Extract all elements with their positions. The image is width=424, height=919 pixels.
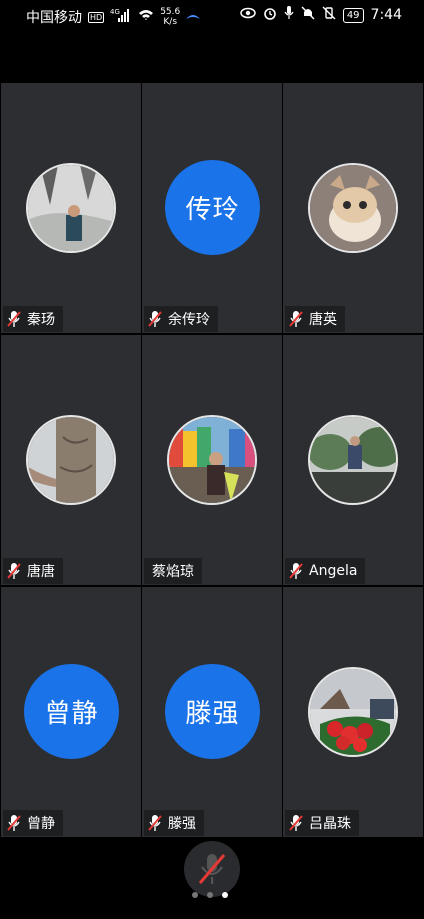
participant-tile[interactable]: 唐唐 — [1, 335, 141, 585]
participant-namebar: 秦玚 — [3, 306, 63, 332]
mute-notifications-icon — [301, 6, 315, 24]
participant-namebar: 余传玲 — [144, 306, 218, 332]
participant-name: 唐唐 — [27, 564, 55, 580]
participant-tile[interactable]: 蔡焰琼 — [142, 335, 282, 585]
participant-name: 唐英 — [309, 312, 337, 328]
participant-name: 蔡焰琼 — [152, 564, 194, 580]
alarm-icon — [263, 6, 277, 24]
network-speed: 55.6 K/s — [160, 7, 180, 27]
page-dot[interactable] — [207, 892, 213, 898]
mic-muted-icon — [7, 310, 21, 328]
participant-avatar: 传玲 — [165, 160, 260, 255]
participant-tile[interactable]: Angela — [283, 335, 423, 585]
participant-name: Angela — [309, 563, 358, 579]
mic-muted-icon — [148, 814, 162, 832]
participant-namebar: 曾静 — [3, 810, 63, 836]
mic-off-icon — [198, 854, 226, 884]
participant-avatar: 曾静 — [24, 664, 119, 759]
participant-tile[interactable]: 吕晶珠 — [283, 587, 423, 837]
avatar-initials: 传玲 — [185, 195, 240, 225]
participant-namebar: 唐英 — [285, 306, 345, 332]
status-right: 49 7:44 — [240, 6, 402, 24]
participant-tile[interactable]: 秦玚 — [1, 83, 141, 333]
vibrate-icon — [322, 6, 336, 24]
participant-avatar: 滕强 — [165, 664, 260, 759]
mic-muted-icon — [148, 310, 162, 328]
avatar-initials: 滕强 — [185, 699, 240, 729]
carrier-name: 中国移动 — [26, 10, 82, 26]
participant-avatar — [26, 415, 116, 505]
participant-name: 吕晶珠 — [309, 816, 351, 832]
mic-toggle-button[interactable] — [184, 841, 240, 897]
page-indicator — [192, 892, 228, 898]
speed-unit: K/s — [163, 17, 178, 27]
participant-namebar: 滕强 — [144, 810, 204, 836]
participant-grid: 秦玚 传玲 余传玲 唐英 唐唐 蔡焰琼 Angela 曾静 曾静 滕强 滕强 吕… — [0, 82, 424, 837]
participant-tile[interactable]: 传玲 余传玲 — [142, 83, 282, 333]
status-left: 中国移动 HD 4G 55.6 K/s — [26, 7, 201, 27]
mic-muted-icon — [289, 814, 303, 832]
participant-tile[interactable]: 滕强 滕强 — [142, 587, 282, 837]
signal-icon: 4G — [110, 8, 132, 26]
participant-namebar: 蔡焰琼 — [144, 558, 202, 584]
participant-avatar — [308, 667, 398, 757]
status-bar: 中国移动 HD 4G 55.6 K/s 49 7:44 — [0, 0, 424, 32]
participant-avatar — [167, 415, 257, 505]
clock: 7:44 — [370, 7, 402, 23]
wifi-icon — [138, 8, 154, 26]
battery-indicator: 49 — [342, 7, 364, 23]
participant-namebar: Angela — [285, 558, 366, 584]
participant-name: 秦玚 — [27, 312, 55, 328]
mic-muted-icon — [289, 562, 303, 580]
participant-namebar: 吕晶珠 — [285, 810, 359, 836]
mic-muted-icon — [7, 562, 21, 580]
network-type-label: 4G — [110, 8, 120, 16]
mic-status-icon — [284, 6, 294, 24]
avatar-initials: 曾静 — [44, 699, 99, 729]
page-dot[interactable] — [192, 892, 198, 898]
participant-name: 滕强 — [168, 816, 196, 832]
participant-tile[interactable]: 曾静 曾静 — [1, 587, 141, 837]
speed-value: 55.6 — [160, 7, 181, 17]
participant-name: 余传玲 — [168, 312, 210, 328]
mic-muted-icon — [289, 310, 303, 328]
participant-tile[interactable]: 唐英 — [283, 83, 423, 333]
mic-muted-icon — [7, 814, 21, 832]
participant-namebar: 唐唐 — [3, 558, 63, 584]
bird-icon — [186, 9, 201, 25]
hd-badge: HD — [88, 11, 105, 23]
participant-name: 曾静 — [27, 816, 55, 832]
page-dot-active[interactable] — [222, 892, 228, 898]
eye-icon — [240, 7, 256, 23]
participant-avatar — [26, 163, 116, 253]
participant-avatar — [308, 415, 398, 505]
participant-avatar — [308, 163, 398, 253]
bottom-controls — [0, 835, 424, 919]
